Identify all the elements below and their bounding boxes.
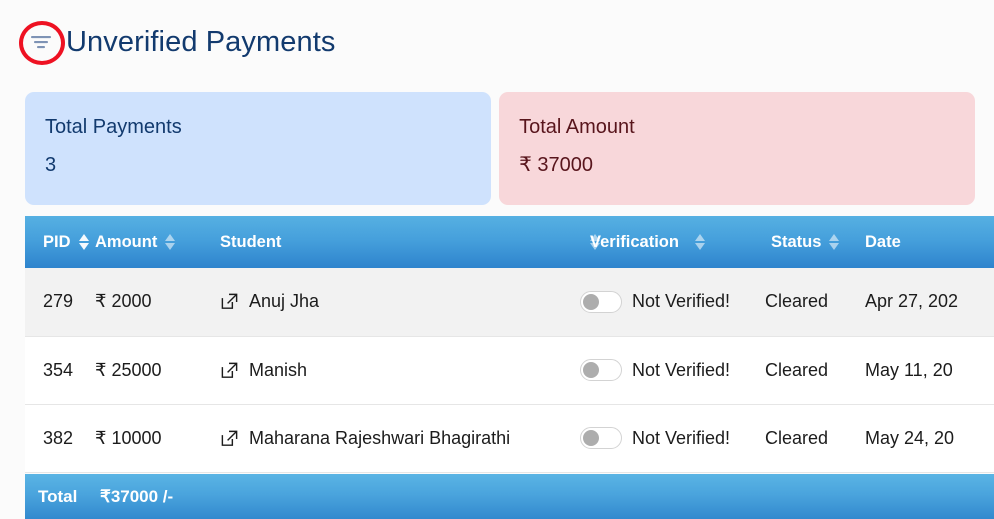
column-header-student[interactable]: Student — [220, 216, 601, 268]
cell-student: Maharana Rajeshwari Bhagirathi — [220, 404, 580, 473]
sort-icon-pid[interactable] — [78, 233, 90, 251]
cell-verification: Not Verified! — [580, 268, 765, 337]
table-row[interactable]: 354 ₹ 25000 Manish Not Verified! Cleared… — [25, 336, 994, 405]
cell-pid: 279 — [25, 268, 95, 337]
column-header-date-label: Date — [865, 232, 901, 251]
external-link-icon[interactable] — [220, 429, 239, 448]
student-name: Anuj Jha — [249, 291, 320, 312]
verification-text: Not Verified! — [632, 427, 731, 448]
cell-pid: 354 — [25, 336, 95, 405]
toggle-knob — [583, 430, 599, 446]
external-link-icon[interactable] — [220, 361, 239, 380]
total-label: Total — [38, 486, 78, 506]
card-total-amount-value: ₹ 37000 — [519, 154, 594, 176]
cell-date: May 11, 20 — [855, 336, 994, 405]
column-header-verification[interactable]: Verification — [580, 216, 765, 268]
column-header-pid-label: PID — [43, 232, 71, 251]
cell-verification: Not Verified! — [580, 404, 765, 473]
cell-amount: ₹ 25000 — [95, 336, 220, 405]
table-total-row: Total ₹37000 /- — [25, 474, 994, 519]
cell-amount: ₹ 2000 — [95, 268, 220, 337]
page-root: Unverified Payments Total Payments 3 Tot… — [0, 0, 994, 519]
payments-table: PID Amount Student Verification Status D… — [25, 216, 994, 473]
cell-status: Cleared — [765, 336, 855, 405]
verification-toggle[interactable] — [580, 359, 622, 381]
table-head: PID Amount Student Verification Status D… — [25, 216, 994, 268]
cell-student: Anuj Jha — [220, 268, 580, 337]
toggle-knob — [583, 362, 599, 378]
cell-amount: ₹ 10000 — [95, 404, 220, 473]
cell-date: May 24, 20 — [855, 404, 994, 473]
summary-cards: Total Payments 3 Total Amount ₹ 37000 — [25, 92, 975, 205]
table-header-row: PID Amount Student Verification Status D… — [25, 216, 994, 268]
sort-icon-student[interactable] — [590, 233, 601, 251]
cell-date: Apr 27, 202 — [855, 268, 994, 337]
column-header-amount[interactable]: Amount — [95, 216, 220, 268]
cell-status: Cleared — [765, 268, 855, 337]
sort-icon-status[interactable] — [829, 233, 840, 251]
sort-icon-verification[interactable] — [694, 233, 706, 251]
column-header-date[interactable]: Date — [855, 216, 994, 268]
column-header-verification-label: Verification — [590, 232, 679, 251]
filter-lines-icon — [31, 36, 51, 49]
filter-toggle-button[interactable] — [19, 21, 65, 65]
total-value: ₹37000 /- — [100, 486, 174, 506]
external-link-icon[interactable] — [220, 292, 239, 311]
card-total-amount: Total Amount ₹ 37000 — [499, 92, 975, 205]
verification-toggle[interactable] — [580, 427, 622, 449]
verification-toggle[interactable] — [580, 290, 622, 313]
student-name: Manish — [249, 359, 308, 380]
toggle-knob — [583, 293, 599, 310]
table-row[interactable]: 382 ₹ 10000 Maharana Rajeshwari Bhagirat… — [25, 404, 994, 473]
table-body: 279 ₹ 2000 Anuj Jha Not Verified! Cleare… — [25, 268, 994, 473]
page-title: Unverified Payments — [66, 25, 336, 58]
card-total-payments-value: 3 — [45, 154, 57, 176]
cell-student: Manish — [220, 336, 580, 405]
card-total-payments: Total Payments 3 — [25, 92, 492, 205]
table-row[interactable]: 279 ₹ 2000 Anuj Jha Not Verified! Cleare… — [25, 268, 994, 337]
card-total-payments-label: Total Payments — [45, 116, 182, 138]
verification-text: Not Verified! — [632, 291, 731, 312]
cell-status: Cleared — [765, 404, 855, 473]
column-header-amount-label: Amount — [95, 232, 158, 251]
verification-text: Not Verified! — [632, 359, 731, 380]
page-header: Unverified Payments — [0, 0, 994, 84]
column-header-status[interactable]: Status — [765, 216, 855, 268]
payments-table-wrapper: PID Amount Student Verification Status D… — [25, 216, 994, 473]
column-header-pid[interactable]: PID — [25, 216, 95, 268]
sort-icon-amount[interactable] — [165, 233, 176, 251]
cell-pid: 382 — [25, 404, 95, 473]
column-header-status-label: Status — [771, 232, 822, 251]
cell-verification: Not Verified! — [580, 336, 765, 405]
student-name: Maharana Rajeshwari Bhagirathi — [249, 427, 511, 448]
card-total-amount-label: Total Amount — [519, 116, 635, 138]
column-header-student-label: Student — [220, 232, 282, 251]
